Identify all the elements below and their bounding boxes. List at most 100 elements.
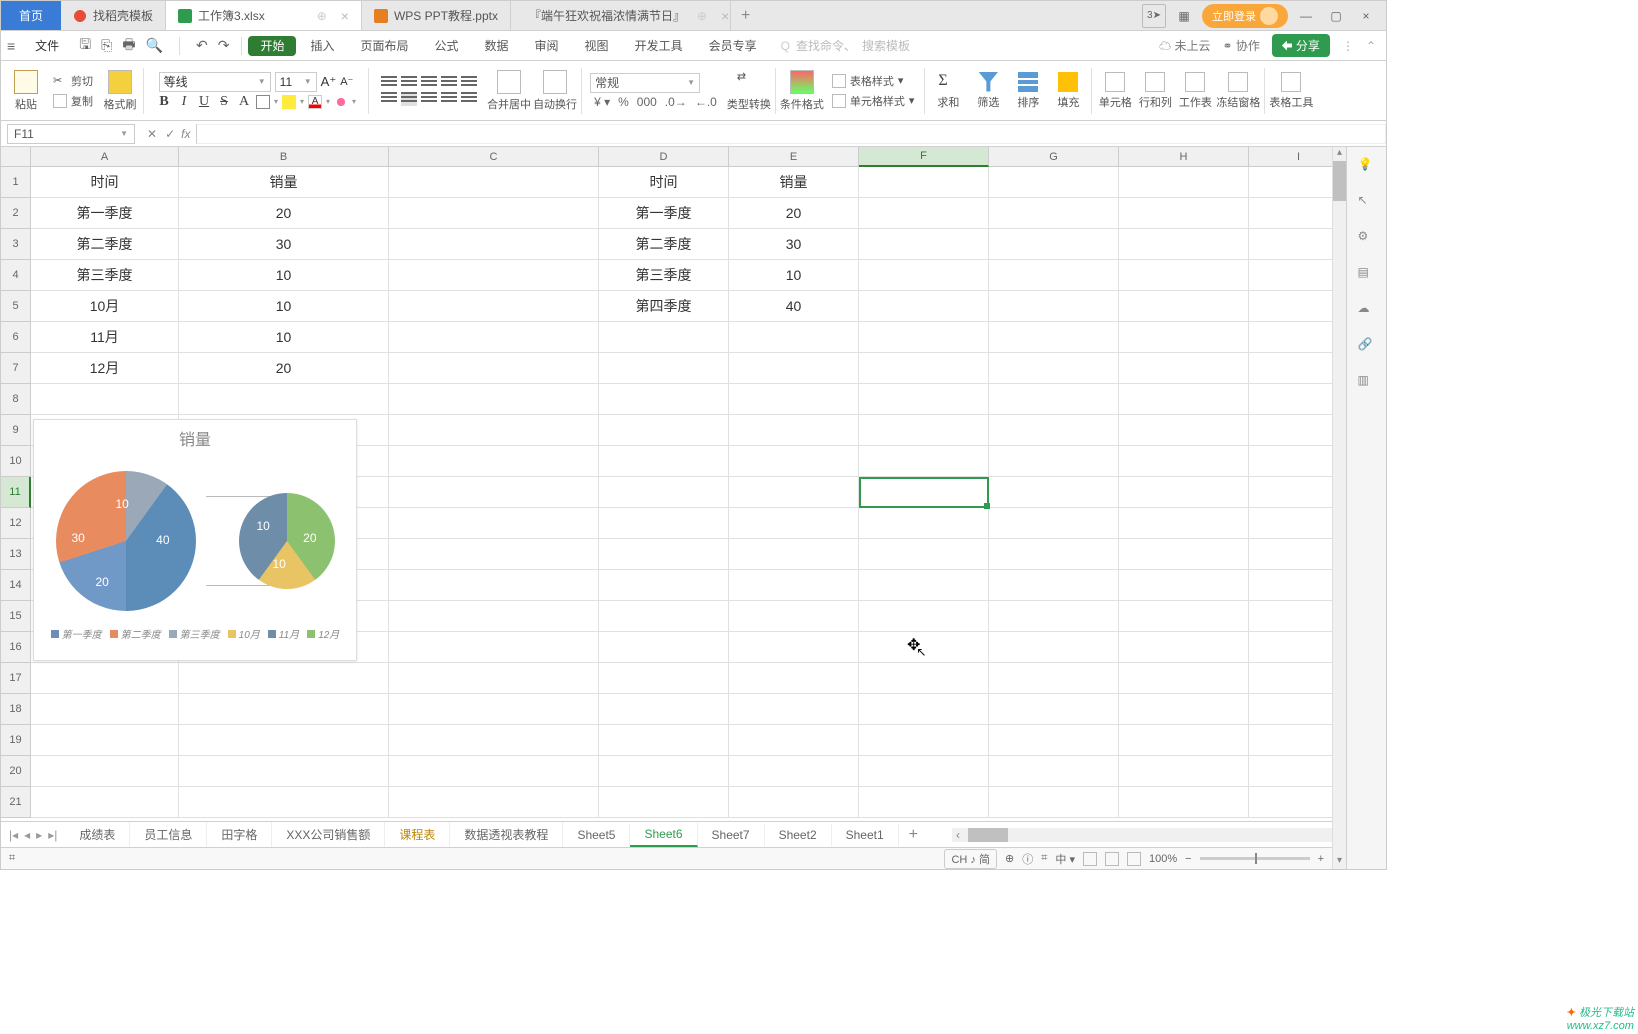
cell-E10[interactable] (729, 446, 859, 477)
cell-C4[interactable] (389, 260, 599, 291)
cell-D2[interactable]: 第一季度 (599, 198, 729, 229)
cell-C13[interactable] (389, 539, 599, 570)
sheet-next-icon[interactable]: ▸ (36, 828, 42, 842)
cell-H12[interactable] (1119, 508, 1249, 539)
cell-A19[interactable] (31, 725, 179, 756)
cell-C5[interactable] (389, 291, 599, 322)
cell-G10[interactable] (989, 446, 1119, 477)
col-header-A[interactable]: A (31, 147, 179, 167)
sheet-tab[interactable]: Sheet7 (698, 824, 765, 846)
cell-H8[interactable] (1119, 384, 1249, 415)
pie-main[interactable]: 10 30 20 40 (56, 471, 196, 611)
cell-button[interactable]: 单元格 (1096, 72, 1134, 110)
stat-icon[interactable]: ⓘ (1022, 851, 1033, 867)
redo-icon[interactable]: ↷ (218, 37, 230, 54)
ribbon-tab-layout[interactable]: 页面布局 (348, 31, 420, 60)
comma-icon[interactable]: 000 (637, 95, 657, 109)
row-header-5[interactable]: 5 (1, 291, 31, 322)
file-menu[interactable]: 文件 (21, 37, 73, 54)
cell-E19[interactable] (729, 725, 859, 756)
font-size-select[interactable]: 11▼ (275, 72, 317, 92)
cell-E7[interactable] (729, 353, 859, 384)
cell-G2[interactable] (989, 198, 1119, 229)
cell-G6[interactable] (989, 322, 1119, 353)
sheet-tab[interactable]: XXX公司销售额 (272, 822, 385, 847)
close-button[interactable]: × (1354, 4, 1378, 28)
cond-format-button[interactable]: 条件格式 (780, 70, 824, 112)
cell-A8[interactable] (31, 384, 179, 415)
paste-button[interactable]: 粘贴 (7, 70, 45, 112)
row-header-12[interactable]: 12 (1, 508, 31, 539)
cell-D6[interactable] (599, 322, 729, 353)
cell-D5[interactable]: 第四季度 (599, 291, 729, 322)
cell-E11[interactable] (729, 477, 859, 508)
italic-button[interactable]: I (176, 94, 192, 110)
cell-I19[interactable] (1249, 725, 1332, 756)
cell-B18[interactable] (179, 694, 389, 725)
cell-G8[interactable] (989, 384, 1119, 415)
format-painter-button[interactable]: 格式刷 (101, 70, 139, 112)
cell-A3[interactable]: 第二季度 (31, 229, 179, 260)
strike-button[interactable]: S (216, 94, 232, 110)
bold-button[interactable]: B (156, 94, 172, 110)
cancel-fx-icon[interactable]: ✕ (147, 127, 157, 141)
sheet-first-icon[interactable]: |◂ (9, 828, 18, 842)
cell-C7[interactable] (389, 353, 599, 384)
cell-F19[interactable] (859, 725, 989, 756)
font-family-select[interactable]: 等线▼ (159, 72, 271, 92)
cell-E3[interactable]: 30 (729, 229, 859, 260)
cell-I10[interactable] (1249, 446, 1332, 477)
align-top-icon[interactable] (381, 76, 397, 90)
cell-B6[interactable]: 10 (179, 322, 389, 353)
lightbulb-icon[interactable]: 💡 (1358, 157, 1376, 175)
zoom-out-icon[interactable]: − (1185, 853, 1191, 865)
row-header-14[interactable]: 14 (1, 570, 31, 601)
row-header-4[interactable]: 4 (1, 260, 31, 291)
cell-D9[interactable] (599, 415, 729, 446)
cell-F5[interactable] (859, 291, 989, 322)
cell-G9[interactable] (989, 415, 1119, 446)
close-icon[interactable]: × (721, 8, 729, 24)
increase-font-icon[interactable]: A⁺ (321, 74, 337, 90)
cell-F1[interactable] (859, 167, 989, 198)
table-tools-button[interactable]: 表格工具 (1269, 72, 1313, 110)
cell-E8[interactable] (729, 384, 859, 415)
cell-F8[interactable] (859, 384, 989, 415)
cell-H20[interactable] (1119, 756, 1249, 787)
cell-I4[interactable] (1249, 260, 1332, 291)
cell-H16[interactable] (1119, 632, 1249, 663)
tab-home[interactable]: 首页 (1, 1, 61, 30)
row-header-15[interactable]: 15 (1, 601, 31, 632)
cell-C16[interactable] (389, 632, 599, 663)
cloud-icon[interactable]: ☁ (1358, 301, 1376, 319)
cell-C2[interactable] (389, 198, 599, 229)
row-header-6[interactable]: 6 (1, 322, 31, 353)
sheet-tab[interactable]: 成绩表 (65, 822, 130, 847)
cell-G7[interactable] (989, 353, 1119, 384)
cell-E1[interactable]: 销量 (729, 167, 859, 198)
fill-color-button[interactable] (282, 95, 296, 109)
cell-H9[interactable] (1119, 415, 1249, 446)
rowcol-button[interactable]: 行和列 (1136, 72, 1174, 110)
cell-I6[interactable] (1249, 322, 1332, 353)
vertical-scrollbar[interactable]: ▴▾ (1332, 147, 1346, 869)
align-bottom-icon[interactable] (421, 76, 437, 90)
cell-G5[interactable] (989, 291, 1119, 322)
undo-icon[interactable]: ↶ (196, 37, 208, 54)
cell-F15[interactable] (859, 601, 989, 632)
row-header-8[interactable]: 8 (1, 384, 31, 415)
cell-G18[interactable] (989, 694, 1119, 725)
font-effects-button[interactable]: A (236, 94, 252, 110)
ribbon-tab-start[interactable]: 开始 (248, 36, 296, 56)
underline-button[interactable]: U (196, 94, 212, 110)
dec-inc-icon[interactable]: .0→ (665, 95, 687, 109)
view-break-icon[interactable] (1127, 852, 1141, 866)
cell-D10[interactable] (599, 446, 729, 477)
row-header-18[interactable]: 18 (1, 694, 31, 725)
cell-F2[interactable] (859, 198, 989, 229)
cell-H14[interactable] (1119, 570, 1249, 601)
grid-icon[interactable]: 3➤ (1142, 4, 1166, 28)
cell-F4[interactable] (859, 260, 989, 291)
cell-H13[interactable] (1119, 539, 1249, 570)
cell-H10[interactable] (1119, 446, 1249, 477)
